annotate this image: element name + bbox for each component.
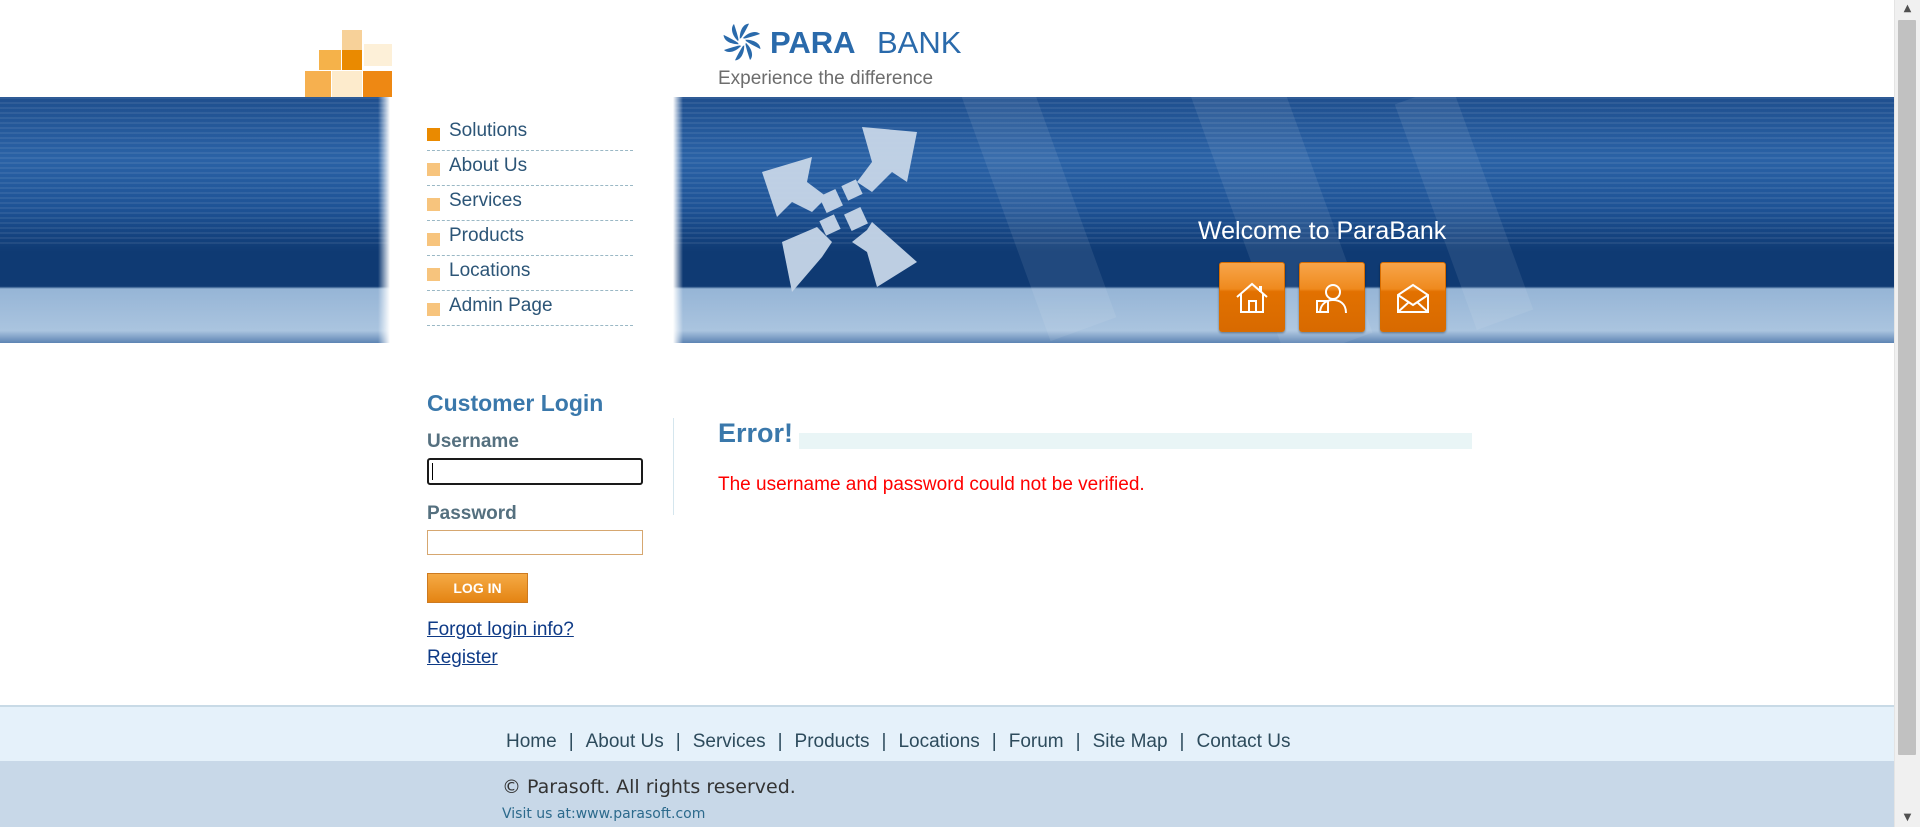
nav-item-services[interactable]: Services [427,187,633,221]
nav-bullet-icon [427,268,440,281]
left-navigation: Solutions About Us Services Products Loc… [427,117,633,327]
text-caret [432,463,433,480]
content-divider [673,418,674,515]
contact-icon [1397,283,1429,313]
footer-link-locations[interactable]: Locations [898,731,979,752]
quick-contact-button[interactable] [1380,262,1446,332]
nav-item-solutions[interactable]: Solutions [427,117,633,151]
vertical-scrollbar[interactable]: ▲ ▼ [1894,0,1920,827]
home-icon [1236,282,1268,313]
error-message: The username and password could not be v… [718,474,1145,495]
password-input[interactable] [427,530,643,555]
footer-link-contact-us[interactable]: Contact Us [1196,731,1290,752]
nav-bullet-icon [427,163,440,176]
footer-separator: | [991,731,997,752]
quick-home-button[interactable] [1219,262,1285,332]
error-title: Error! [718,418,800,449]
scrollbar-thumb[interactable] [1898,20,1916,755]
nav-panel-fade-right [673,97,683,367]
nav-item-label[interactable]: Admin Page [449,295,553,317]
footer-separator: | [1179,731,1185,752]
nav-item-label[interactable]: Products [449,225,524,247]
nav-item-admin-page[interactable]: Admin Page [427,292,633,326]
heading-underline-bar [718,433,1472,449]
nav-item-label[interactable]: Solutions [449,120,527,142]
tagline: Experience the difference [718,68,934,89]
footer-link-products[interactable]: Products [795,731,870,752]
footer-separator: | [881,731,887,752]
nav-panel-fade-left [378,97,390,367]
username-input[interactable] [427,458,643,485]
customer-login-heading: Customer Login [427,390,604,416]
logo-name-light[interactable]: BANK [877,25,961,61]
nav-bullet-icon [427,303,440,316]
parabank-logo-icon [723,23,761,61]
footer-links: Home | About Us | Services | Products | Location… [506,731,1290,753]
nav-bullet-icon [427,198,440,211]
footer-separator: | [777,731,783,752]
footer-link-forum[interactable]: Forum [1009,731,1064,752]
scroll-up-arrow-icon[interactable]: ▲ [1895,0,1920,18]
password-label: Password [427,503,517,524]
parasoft-link[interactable]: www.parasoft.com [576,806,706,822]
visit-us-line: Visit us at:www.parasoft.com [502,806,705,822]
footer-link-home[interactable]: Home [506,731,557,752]
quick-about-button[interactable] [1299,262,1365,332]
scroll-down-arrow-icon[interactable]: ▼ [1895,809,1920,827]
footer-separator: | [568,731,574,752]
nav-item-label[interactable]: About Us [449,155,527,177]
logo-name-bold[interactable]: PARA [770,25,856,61]
footer-bottom-bar [0,761,1895,827]
username-label: Username [427,431,519,452]
network-emblem-icon [762,127,917,292]
visit-us-prefix: Visit us at: [502,806,576,822]
nav-bullet-icon [427,233,440,246]
footer-link-services[interactable]: Services [693,731,766,752]
copyright-text: © Parasoft. All rights reserved. [502,776,796,798]
footer-link-about-us[interactable]: About Us [586,731,664,752]
about-icon [1316,284,1347,314]
register-link[interactable]: Register [427,647,498,669]
nav-item-label[interactable]: Services [449,190,522,212]
footer-separator: | [1075,731,1081,752]
nav-item-products[interactable]: Products [427,222,633,256]
nav-item-locations[interactable]: Locations [427,257,633,291]
login-button[interactable]: LOG IN [427,573,528,603]
nav-item-about-us[interactable]: About Us [427,152,633,186]
forgot-login-link[interactable]: Forgot login info? [427,619,574,641]
footer-separator: | [675,731,681,752]
nav-item-label[interactable]: Locations [449,260,530,282]
welcome-heading: Welcome to ParaBank [1198,217,1447,245]
nav-bullet-icon [427,128,440,141]
footer-link-site-map[interactable]: Site Map [1093,731,1168,752]
